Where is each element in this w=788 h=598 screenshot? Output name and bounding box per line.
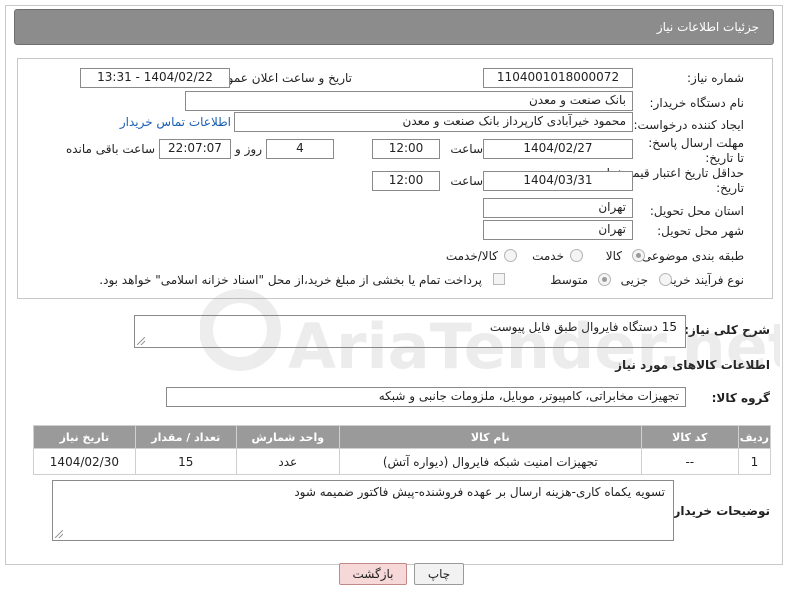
table-row[interactable]: 1 -- تجهیزات امنیت شبکه فایروال (دیواره … [33, 448, 772, 475]
need-number-label: شماره نیاز: [687, 71, 744, 85]
cell-qty: 15 [134, 448, 237, 475]
goods-table: ردیف کد کالا نام کالا واحد شمارش تعداد /… [33, 425, 772, 475]
summary-text: 15 دستگاه فایروال طبق فایل پیوست [489, 320, 677, 334]
goods-group-field[interactable]: تجهیزات مخابراتی، کامپیوتر، موبایل، ملزو… [166, 387, 686, 407]
buyer-notes-label: توضیحات خریدار: [668, 504, 770, 518]
category-goods-label: کالا [605, 249, 622, 263]
need-number-field[interactable]: 1104001018000072 [483, 68, 633, 88]
buyer-notes-textarea[interactable]: تسویه یکماه کاری-هزینه ارسال بر عهده فرو… [52, 480, 674, 541]
back-button[interactable]: بازگشت [339, 563, 407, 585]
process-medium-label: متوسط [550, 273, 588, 287]
buyer-org-field[interactable]: بانک صنعت و معدن [185, 91, 633, 111]
process-minor-label: جزیی [620, 273, 648, 287]
category-goods-service-label: کالا/خدمت [445, 249, 498, 263]
reply-deadline-date-field[interactable]: 1404/02/27 [483, 139, 633, 159]
treasury-docs-checkbox[interactable] [493, 273, 505, 285]
delivery-city-field[interactable]: تهران [483, 220, 633, 240]
buyer-org-label: نام دستگاه خریدار: [649, 96, 745, 110]
col-qty-header: تعداد / مقدار [134, 425, 237, 449]
goods-table-header: ردیف کد کالا نام کالا واحد شمارش تعداد /… [33, 425, 772, 449]
cell-code: -- [640, 448, 739, 475]
col-code-header: کد کالا [640, 425, 739, 449]
price-validity-date-field[interactable]: 1404/03/31 [483, 171, 633, 191]
buyer-notes-text: تسویه یکماه کاری-هزینه ارسال بر عهده فرو… [294, 485, 665, 499]
summary-label: شرح کلی نیاز: [684, 323, 770, 337]
resize-grip[interactable] [55, 530, 63, 538]
cell-date: 1404/02/30 [33, 448, 136, 475]
delivery-province-label: استان محل تحویل: [649, 204, 744, 218]
delivery-city-label: شهر محل تحویل: [657, 224, 744, 238]
requester-label: ایجاد کننده درخواست: [633, 118, 744, 132]
col-row-header: ردیف [737, 425, 772, 449]
goods-section-title: اطلاعات کالاهای مورد نیاز [615, 358, 770, 372]
reply-deadline-time-field[interactable]: 12:00 [372, 139, 440, 159]
announce-datetime-field[interactable]: 1404/02/22 - 13:31 [80, 68, 230, 88]
goods-group-label: گروه کالا: [711, 391, 770, 405]
price-validity-time-label: ساعت [450, 174, 483, 188]
category-goods-service-radio[interactable] [504, 249, 517, 262]
cell-row: 1 [737, 448, 772, 475]
resize-grip[interactable] [137, 337, 145, 345]
category-service-radio[interactable] [570, 249, 583, 262]
col-date-header: تاریخ نیاز [33, 425, 136, 449]
category-service-label: خدمت [532, 249, 564, 263]
buyer-contact-link[interactable]: اطلاعات تماس خریدار [120, 115, 231, 129]
summary-textarea[interactable]: 15 دستگاه فایروال طبق فایل پیوست [134, 315, 686, 348]
price-validity-time-field[interactable]: 12:00 [372, 171, 440, 191]
treasury-note: پرداخت تمام یا بخشی از مبلغ خرید،از محل … [99, 273, 482, 287]
delivery-province-field[interactable]: تهران [483, 198, 633, 218]
requester-field[interactable]: محمود خیرآبادی کارپرداز بانک صنعت و معدن [234, 112, 633, 132]
print-button[interactable]: چاپ [414, 563, 464, 585]
cell-name: تجهیزات امنیت شبکه فایروال (دیواره آتش) [338, 448, 642, 475]
reply-days-field[interactable]: 4 [266, 139, 334, 159]
title-bar: جزئیات اطلاعات نیاز [14, 9, 774, 45]
remaining-time-label: ساعت باقی مانده [65, 142, 155, 156]
col-unit-header: واحد شمارش [235, 425, 340, 449]
category-label: طبقه بندی موضوعی: [637, 249, 744, 263]
category-goods-radio[interactable] [632, 249, 645, 262]
reply-deadline-time-label: ساعت [450, 142, 483, 156]
days-label: روز و [235, 142, 262, 156]
reply-deadline-label: مهلت ارسال پاسخ: تا تاریخ: [648, 136, 744, 165]
process-medium-radio[interactable] [598, 273, 611, 286]
remaining-time-field[interactable]: 22:07:07 [159, 139, 231, 159]
cell-unit: عدد [235, 448, 340, 475]
process-minor-radio[interactable] [659, 273, 672, 286]
col-name-header: نام کالا [338, 425, 642, 449]
page-title: جزئیات اطلاعات نیاز [656, 20, 759, 34]
